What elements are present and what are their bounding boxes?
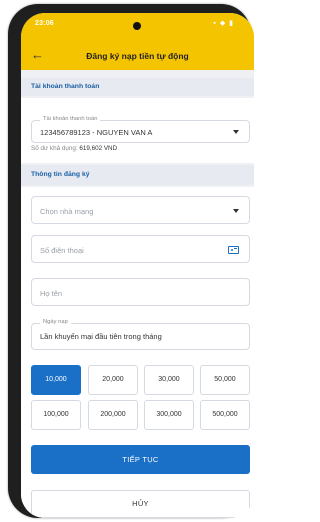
- carrier-placeholder: Chọn nhà mạng: [40, 207, 94, 216]
- amount-option-100000[interactable]: 100,000: [31, 400, 81, 430]
- registration-section-header: Thông tin đăng ký: [21, 165, 254, 185]
- phone-input[interactable]: Số điện thoại: [31, 235, 250, 263]
- camera-notch: [133, 22, 141, 30]
- amount-option-30000[interactable]: 30,000: [144, 365, 194, 395]
- account-value: 123456789123 - NGUYEN VAN A: [40, 128, 153, 137]
- amount-option-20000[interactable]: 20,000: [88, 365, 138, 395]
- balance-label: Số dư khả dụng:: [31, 145, 78, 152]
- cancel-button[interactable]: HỦY: [31, 490, 250, 518]
- amount-option-10000[interactable]: 10,000: [31, 365, 81, 395]
- account-select[interactable]: Tài khoản thanh toán 123456789123 - NGUY…: [31, 116, 250, 143]
- amount-option-300000[interactable]: 300,000: [144, 400, 194, 430]
- name-placeholder: Họ tên: [40, 289, 63, 298]
- amount-option-50000[interactable]: 50,000: [200, 365, 250, 395]
- dropdown-caret-icon: [233, 130, 239, 134]
- page-title: Đăng ký nạp tiền tự động: [86, 51, 189, 61]
- account-label: Tài khoản thanh toán: [40, 116, 101, 122]
- registration-section-title: Thông tin đăng ký: [31, 171, 90, 178]
- app-screen: 23:06 ▪ ◆ ▮ ← Đăng ký nạp tiền tự động T…: [21, 13, 254, 518]
- balance-value: 619,602 VND: [79, 145, 118, 152]
- payment-section-title: Tài khoản thanh toán: [31, 83, 100, 90]
- app-header: 23:06 ▪ ◆ ▮ ← Đăng ký nạp tiền tự động: [21, 13, 254, 70]
- status-icons: ▪ ◆ ▮: [213, 20, 234, 27]
- topup-date-select[interactable]: Ngày nạp Lần khuyến mại đầu tiên trong t…: [31, 319, 250, 350]
- date-value: Lần khuyến mại đầu tiên trong tháng: [40, 332, 162, 341]
- payment-section-header: Tài khoản thanh toán: [21, 78, 254, 96]
- date-label: Ngày nạp: [40, 319, 71, 325]
- continue-button[interactable]: TIẾP TỤC: [31, 445, 250, 474]
- amount-option-200000[interactable]: 200,000: [88, 400, 138, 430]
- balance-row: Số dư khả dụng: 619,602 VND: [31, 145, 117, 152]
- name-input[interactable]: Họ tên: [31, 278, 250, 306]
- phone-frame: 23:06 ▪ ◆ ▮ ← Đăng ký nạp tiền tự động T…: [8, 4, 254, 518]
- carrier-dropdown-icon: [233, 209, 239, 213]
- amount-option-500000[interactable]: 500,000: [200, 400, 250, 430]
- contact-book-icon[interactable]: [228, 246, 239, 254]
- status-time: 23:06: [35, 20, 54, 27]
- carrier-select[interactable]: Chọn nhà mạng: [31, 196, 250, 224]
- phone-placeholder: Số điện thoại: [40, 246, 84, 255]
